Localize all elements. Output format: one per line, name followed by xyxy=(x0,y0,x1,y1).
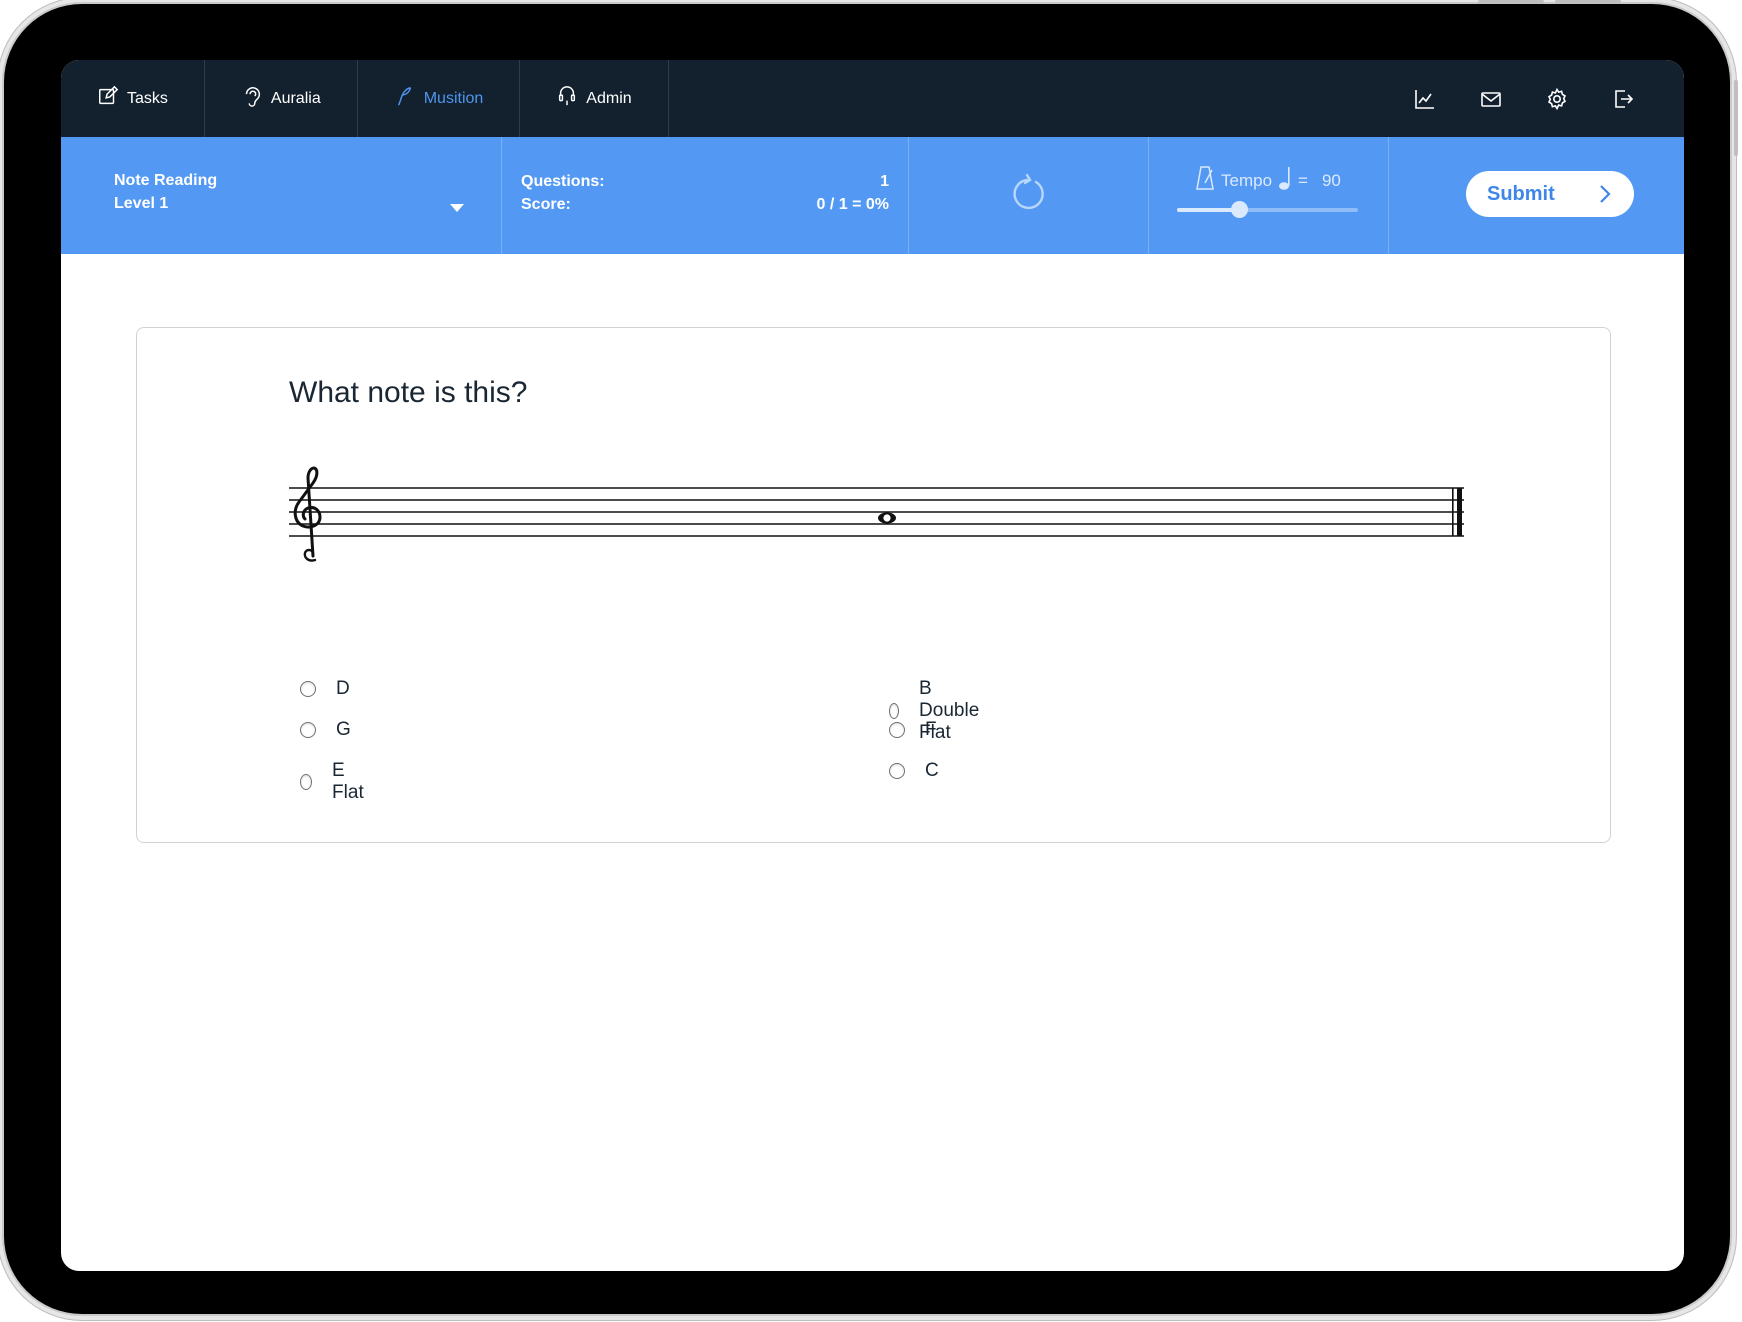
device-side-button xyxy=(1734,80,1738,156)
radio-button[interactable] xyxy=(300,774,313,790)
refresh-icon xyxy=(1009,173,1049,218)
questions-label: Questions: xyxy=(521,173,605,190)
option-label: G xyxy=(336,719,351,740)
score-panel: Questions: 1 Score: 0 / 1 = 0% xyxy=(502,137,909,254)
tab-auralia[interactable]: Auralia xyxy=(205,60,358,137)
logout-icon[interactable] xyxy=(1610,86,1636,112)
submit-label: Submit xyxy=(1487,182,1555,205)
tab-tasks[interactable]: Tasks xyxy=(61,60,205,137)
tab-tasks-label: Tasks xyxy=(127,89,168,107)
option-label: F xyxy=(925,719,937,740)
tab-admin[interactable]: Admin xyxy=(520,60,669,137)
mail-icon[interactable] xyxy=(1478,86,1504,112)
replay-button[interactable] xyxy=(909,137,1149,254)
app-screen: Tasks Auralia Musition Admin Note Readin… xyxy=(61,60,1684,1271)
option-d[interactable]: D xyxy=(300,678,350,700)
treble-clef-icon xyxy=(293,466,322,562)
tab-musition-label: Musition xyxy=(423,89,484,107)
gear-icon[interactable] xyxy=(1544,86,1570,112)
device-top-button xyxy=(1555,0,1621,4)
tab-musition[interactable]: Musition xyxy=(358,60,521,137)
radio-button[interactable] xyxy=(889,722,905,738)
option-label: D xyxy=(336,678,350,699)
whole-note xyxy=(878,512,896,524)
music-staff xyxy=(289,466,1464,562)
chevron-down-icon[interactable] xyxy=(450,204,464,212)
tempo-row: Tempo = 90 xyxy=(1195,165,1341,196)
final-barline xyxy=(1452,488,1462,536)
radio-button[interactable] xyxy=(300,681,316,697)
score-label: Score: xyxy=(521,196,571,213)
topic-label: Note Reading xyxy=(114,172,218,189)
radio-button[interactable] xyxy=(889,703,900,719)
quill-icon xyxy=(394,85,416,112)
quarter-note-icon xyxy=(1278,165,1292,196)
radio-button[interactable] xyxy=(300,722,316,738)
nav-actions xyxy=(1412,60,1684,137)
submit-button[interactable]: Submit xyxy=(1466,171,1634,217)
level-label: Level 1 xyxy=(114,195,169,212)
radio-button[interactable] xyxy=(889,763,905,779)
tempo-control: Tempo = 90 xyxy=(1149,137,1389,254)
option-label: C xyxy=(925,760,939,781)
option-g[interactable]: G xyxy=(300,719,351,741)
chart-icon[interactable] xyxy=(1412,86,1438,112)
question-prompt: What note is this? xyxy=(289,376,528,409)
tempo-slider-thumb[interactable] xyxy=(1230,201,1248,218)
tempo-slider-fill xyxy=(1177,208,1239,212)
tempo-value: 90 xyxy=(1321,170,1341,190)
device-top-button xyxy=(1478,0,1544,4)
tablet-frame: Tasks Auralia Musition Admin Note Readin… xyxy=(4,4,1730,1314)
tab-admin-label: Admin xyxy=(586,89,632,107)
submit-area: Submit xyxy=(1389,137,1684,254)
staff-lines xyxy=(289,487,1464,537)
exercise-toolbar: Note Reading Level 1 Questions: 1 Score:… xyxy=(61,137,1684,254)
tab-auralia-label: Auralia xyxy=(270,89,321,107)
ear-icon xyxy=(241,85,263,112)
questions-value: 1 xyxy=(880,173,889,190)
top-nav: Tasks Auralia Musition Admin xyxy=(61,60,1684,137)
score-value: 0 / 1 = 0% xyxy=(816,196,890,213)
chevron-right-icon xyxy=(1600,185,1611,203)
metronome-icon xyxy=(1195,165,1215,196)
headset-icon xyxy=(556,85,578,112)
tempo-slider[interactable] xyxy=(1177,201,1358,218)
option-f[interactable]: F xyxy=(889,719,937,741)
option-c[interactable]: C xyxy=(889,760,939,782)
option-label: E Flat xyxy=(332,760,364,803)
tempo-equals: = xyxy=(1298,170,1308,190)
tempo-label: Tempo xyxy=(1221,170,1273,190)
edit-icon xyxy=(97,85,119,112)
question-card: What note is this? D G E Flat B Double F… xyxy=(136,327,1611,843)
option-e-flat[interactable]: E Flat xyxy=(300,760,368,804)
level-selector[interactable]: Note Reading Level 1 xyxy=(61,137,502,254)
